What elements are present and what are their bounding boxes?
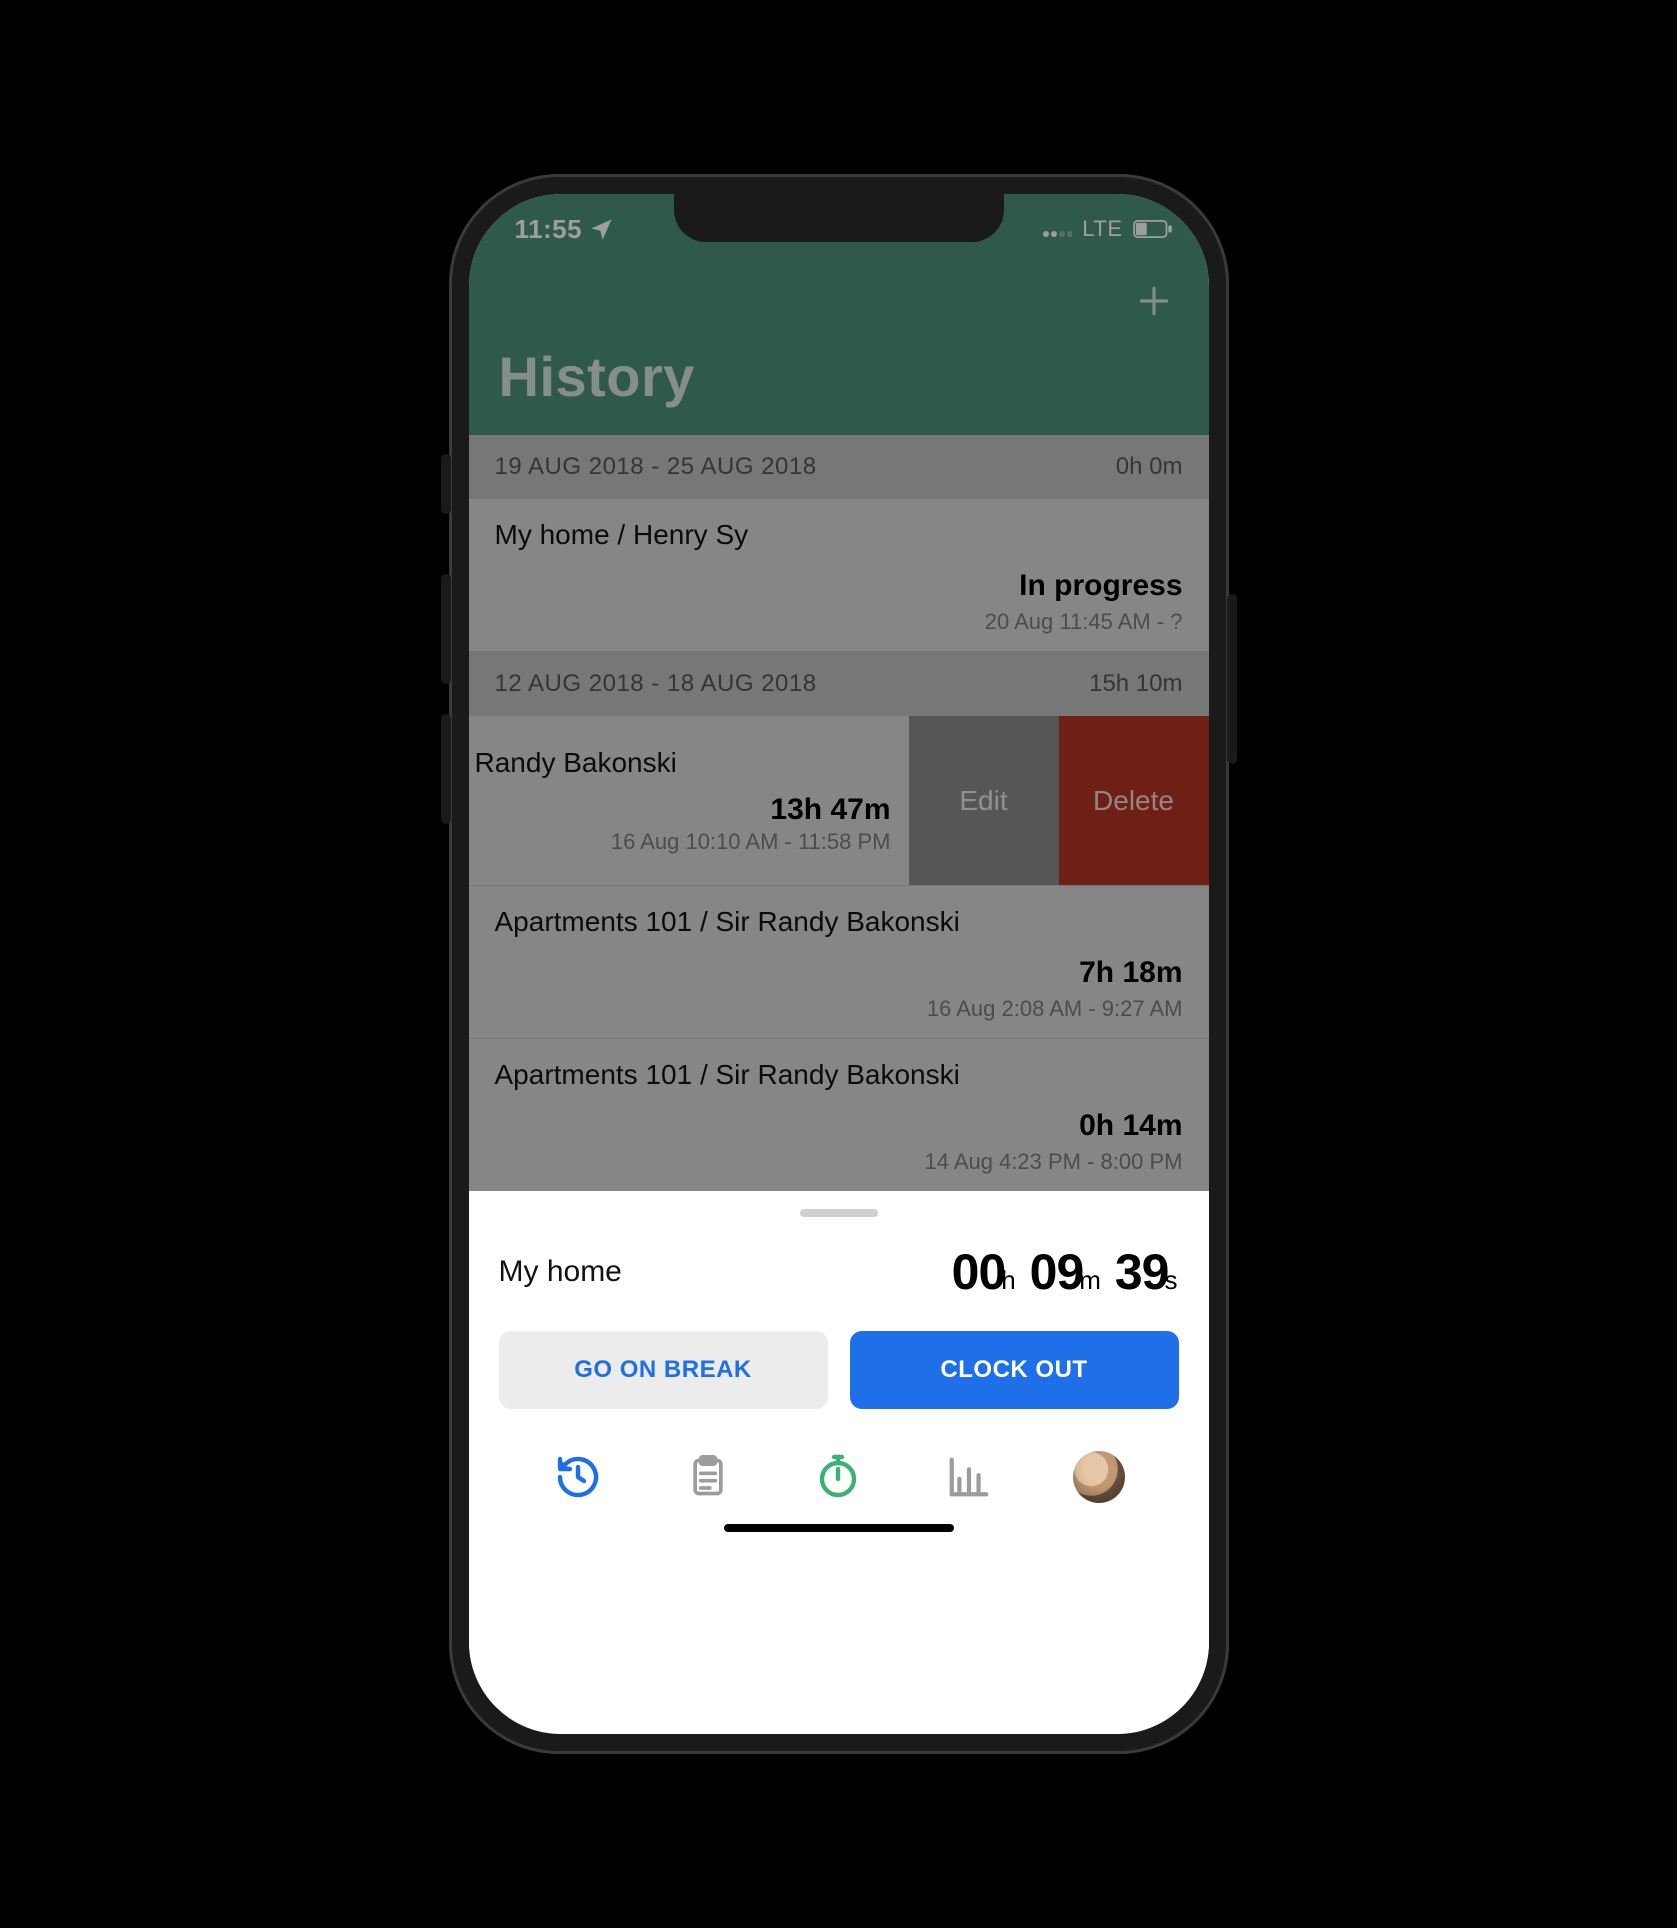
app-header: History	[469, 264, 1209, 435]
notch	[674, 194, 1004, 242]
edit-button[interactable]: Edit	[909, 716, 1059, 885]
dimmed-content: 11:55 LTE	[469, 194, 1209, 1191]
history-icon	[554, 1453, 602, 1501]
battery-icon	[1133, 220, 1173, 238]
status-time: 11:55	[515, 214, 583, 245]
unit-seconds: s	[1165, 1265, 1177, 1295]
home-indicator[interactable]	[724, 1524, 954, 1532]
week-range-label: 12 AUG 2018 - 18 AUG 2018	[495, 670, 817, 698]
clock-out-button[interactable]: CLOCK OUT	[850, 1331, 1179, 1409]
tab-bar	[499, 1429, 1179, 1524]
entry-title: Apartments 101 / Sir Randy Bakonski	[495, 1059, 1183, 1091]
tab-tasks[interactable]	[678, 1447, 738, 1507]
entry-title: Apartments 101 / Sir Randy Bakonski	[495, 906, 1183, 938]
tab-reports[interactable]	[939, 1447, 999, 1507]
device-frame: 11:55 LTE	[449, 174, 1229, 1754]
history-entry[interactable]: Apartments 101 / Sir Randy Bakonski 7h 1…	[469, 886, 1209, 1039]
week-header: 12 AUG 2018 - 18 AUG 2018 15h 10m	[469, 652, 1209, 716]
add-button[interactable]	[1135, 282, 1173, 320]
stopwatch-icon	[814, 1453, 862, 1501]
week-header: 19 AUG 2018 - 25 AUG 2018 0h 0m	[469, 435, 1209, 499]
location-arrow-icon	[592, 219, 612, 239]
drag-handle-icon[interactable]	[800, 1209, 878, 1217]
side-button	[441, 454, 451, 514]
active-timer-panel: My home 00h 09m 39s GO ON BREAK CLOCK OU…	[469, 1191, 1209, 1734]
current-location-label: My home	[499, 1255, 622, 1289]
power-button	[1227, 594, 1237, 764]
clipboard-icon	[686, 1453, 730, 1501]
week-range-label: 19 AUG 2018 - 25 AUG 2018	[495, 453, 817, 481]
entry-duration: 0h 14m	[495, 1109, 1183, 1143]
avatar	[1073, 1451, 1125, 1503]
screen: 11:55 LTE	[469, 194, 1209, 1734]
timer-hours: 00	[952, 1244, 1006, 1300]
entry-duration: 7h 18m	[495, 956, 1183, 990]
tab-profile[interactable]	[1069, 1447, 1129, 1507]
entry-title: My home / Henry Sy	[495, 519, 1183, 551]
tab-history[interactable]	[548, 1447, 608, 1507]
unit-hours: h	[1001, 1265, 1014, 1295]
chart-icon	[946, 1454, 992, 1500]
plus-icon	[1135, 282, 1173, 320]
timer-display: 00h 09m 39s	[952, 1243, 1179, 1301]
entry-time-range: 16 Aug 10:10 AM - 11:58 PM	[469, 829, 891, 855]
history-entry[interactable]: My home / Henry Sy In progress 20 Aug 11…	[469, 499, 1209, 652]
entry-time-range: 16 Aug 2:08 AM - 9:27 AM	[495, 996, 1183, 1022]
volume-down-button	[441, 714, 451, 824]
go-on-break-button[interactable]: GO ON BREAK	[499, 1331, 828, 1409]
unit-minutes: m	[1079, 1265, 1100, 1295]
entry-duration: In progress	[495, 569, 1183, 603]
history-entry[interactable]: Apartments 101 / Sir Randy Bakonski 0h 1…	[469, 1039, 1209, 1191]
tab-timer[interactable]	[808, 1447, 868, 1507]
timer-minutes: 09	[1030, 1244, 1084, 1300]
volume-up-button	[441, 574, 451, 684]
delete-button[interactable]: Delete	[1059, 716, 1209, 885]
week-total: 0h 0m	[1116, 453, 1183, 481]
entry-duration: 13h 47m	[469, 793, 891, 827]
entry-title: Randy Bakonski	[469, 747, 891, 779]
network-label: LTE	[1082, 216, 1122, 242]
entry-time-range: 20 Aug 11:45 AM - ?	[495, 609, 1183, 635]
history-entry-swiped[interactable]: Randy Bakonski 13h 47m 16 Aug 10:10 AM -…	[469, 716, 1209, 886]
page-title: History	[499, 344, 1179, 409]
entry-time-range: 14 Aug 4:23 PM - 8:00 PM	[495, 1149, 1183, 1175]
week-total: 15h 10m	[1089, 670, 1182, 698]
timer-seconds: 39	[1115, 1244, 1169, 1300]
cell-signal-icon	[1042, 220, 1072, 238]
